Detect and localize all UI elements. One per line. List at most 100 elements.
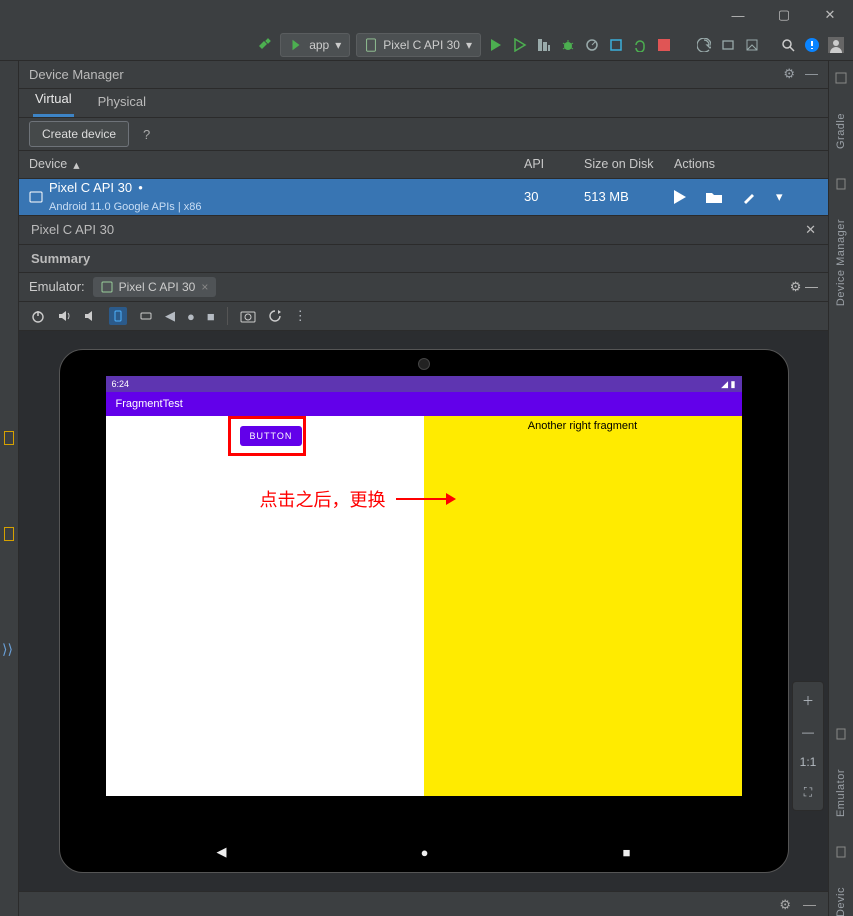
emulator-label: Emulator: [29, 279, 85, 294]
app-body: BUTTON Another right fragment [106, 416, 742, 796]
attach-icon[interactable] [631, 36, 649, 54]
minimize-panel-icon[interactable]: — [805, 66, 818, 82]
emulator-side-toolbar: ＋ — 1:1 ⛶ [792, 681, 824, 811]
status-time: 6:24 [112, 379, 130, 389]
power-icon[interactable] [31, 309, 45, 323]
nav-overview-icon[interactable]: ■ [623, 845, 631, 860]
app-title: FragmentTest [116, 398, 183, 410]
gear-icon[interactable]: ⚙ [790, 279, 802, 294]
close-tab-icon[interactable]: × [201, 280, 208, 294]
help-icon[interactable]: ? [143, 127, 150, 142]
summary-header: Summary [19, 245, 828, 273]
more-icon[interactable]: ⋮ [294, 308, 307, 324]
tablet-frame: 6:24 ◢ ▮ FragmentTest BUTTON Another rig… [59, 349, 789, 873]
screenshot-icon[interactable] [240, 309, 256, 323]
device-size: 513 MB [584, 189, 674, 204]
device-manager-tab-icon[interactable] [834, 177, 848, 191]
debug-run-icon[interactable] [511, 36, 529, 54]
rotate-right-icon[interactable] [139, 309, 153, 323]
back-icon[interactable]: ◀ [165, 308, 175, 324]
chevron-down-icon: ▾ [466, 38, 472, 52]
avd-icon[interactable] [719, 36, 737, 54]
gear-icon[interactable]: ⚙ [779, 897, 791, 913]
gutter-icon: ⟩⟩ [2, 641, 13, 658]
sdk-icon[interactable] [743, 36, 761, 54]
zoom-out-icon[interactable]: — [802, 725, 814, 739]
home-icon[interactable]: ● [187, 309, 195, 324]
maximize-button[interactable]: ▢ [761, 0, 807, 30]
rotate-left-icon[interactable] [109, 307, 127, 325]
android-navbar: ◀ ● ■ [60, 844, 788, 860]
minimize-panel-icon[interactable]: — [803, 897, 816, 912]
coverage-icon[interactable] [535, 36, 553, 54]
record-icon[interactable] [268, 309, 282, 323]
hammer-icon[interactable] [256, 36, 274, 54]
devic-label[interactable]: Devic [835, 887, 847, 916]
emulator-canvas: 6:24 ◢ ▮ FragmentTest BUTTON Another rig… [19, 331, 828, 891]
emulator-tab[interactable]: Pixel C API 30 × [93, 277, 217, 297]
left-fragment: BUTTON [106, 416, 424, 796]
annotation-box [228, 416, 306, 456]
device-row[interactable]: Pixel C API 30● Android 11.0 Google APIs… [19, 179, 828, 216]
updates-icon[interactable] [803, 36, 821, 54]
expand-icon[interactable]: ⛶ [804, 785, 812, 800]
profiler-icon[interactable] [583, 36, 601, 54]
device-tab-icon[interactable] [834, 845, 848, 859]
zoom-in-icon[interactable]: ＋ [802, 692, 814, 709]
status-icons: ◢ ▮ [721, 379, 735, 390]
emulator-row: Emulator: Pixel C API 30 × ⚙ — [19, 273, 828, 302]
sync-icon[interactable] [695, 36, 713, 54]
col-device[interactable]: Device ▴ [19, 157, 524, 172]
zoom-fit-icon[interactable]: 1:1 [800, 755, 817, 769]
folder-icon[interactable] [706, 191, 722, 203]
emulator-tab-icon[interactable] [834, 727, 848, 741]
minimize-panel-icon[interactable]: — [805, 279, 818, 294]
dropdown-icon[interactable]: ▾ [776, 189, 783, 205]
stop-icon[interactable] [655, 36, 673, 54]
device-dropdown[interactable]: Pixel C API 30 ▾ [356, 33, 481, 57]
col-api[interactable]: API [524, 157, 584, 171]
module-dropdown[interactable]: app ▾ [280, 33, 350, 57]
module-label: app [309, 38, 329, 52]
device-name: Pixel C API 30 [49, 180, 132, 195]
nav-back-icon[interactable]: ◀ [217, 844, 227, 860]
play-icon[interactable] [674, 190, 686, 204]
annotation-text: 点击之后，更换 [260, 486, 386, 512]
device-api: 30 [524, 189, 584, 204]
main-toolbar: app ▾ Pixel C API 30 ▾ [0, 30, 853, 61]
search-icon[interactable] [779, 36, 797, 54]
col-size[interactable]: Size on Disk [584, 157, 674, 171]
user-icon[interactable] [827, 36, 845, 54]
bug-icon[interactable] [559, 36, 577, 54]
volume-down-icon[interactable] [83, 309, 97, 323]
minimize-button[interactable]: — [715, 0, 761, 30]
overview-icon[interactable]: ■ [207, 309, 215, 324]
edit-icon[interactable] [742, 190, 756, 204]
gear-icon[interactable]: ⚙ [783, 66, 795, 82]
device-subtitle: Android 11.0 Google APIs | x86 [49, 201, 201, 213]
create-device-button[interactable]: Create device [29, 121, 129, 147]
nav-home-icon[interactable]: ● [421, 845, 429, 860]
run-icon[interactable] [487, 36, 505, 54]
close-button[interactable]: ✕ [807, 0, 853, 30]
tab-physical[interactable]: Physical [96, 94, 148, 117]
gradle-tab[interactable] [834, 71, 848, 85]
device-subpanel: Pixel C API 30 ✕ [19, 216, 828, 245]
panel-header: Device Manager ⚙ — [19, 61, 828, 89]
gutter-marker [4, 431, 14, 445]
emulator-chip-label: Pixel C API 30 [119, 280, 196, 294]
volume-up-icon[interactable] [57, 309, 71, 323]
device-manager-label[interactable]: Device Manager [835, 219, 847, 306]
camera-icon [418, 358, 430, 370]
close-icon[interactable]: ✕ [805, 222, 816, 238]
subpanel-title: Pixel C API 30 [31, 222, 114, 237]
tablet-screen[interactable]: 6:24 ◢ ▮ FragmentTest BUTTON Another rig… [106, 376, 742, 796]
gradle-label[interactable]: Gradle [835, 113, 847, 149]
panel-title: Device Manager [29, 67, 124, 82]
emulator-label[interactable]: Emulator [835, 769, 847, 817]
app-inspect-icon[interactable] [607, 36, 625, 54]
table-header: Device ▴ API Size on Disk Actions [19, 151, 828, 179]
tab-virtual[interactable]: Virtual [33, 91, 74, 117]
android-statusbar: 6:24 ◢ ▮ [106, 376, 742, 392]
emulator-toolbar: ◀ ● ■ ⋮ [19, 302, 828, 331]
